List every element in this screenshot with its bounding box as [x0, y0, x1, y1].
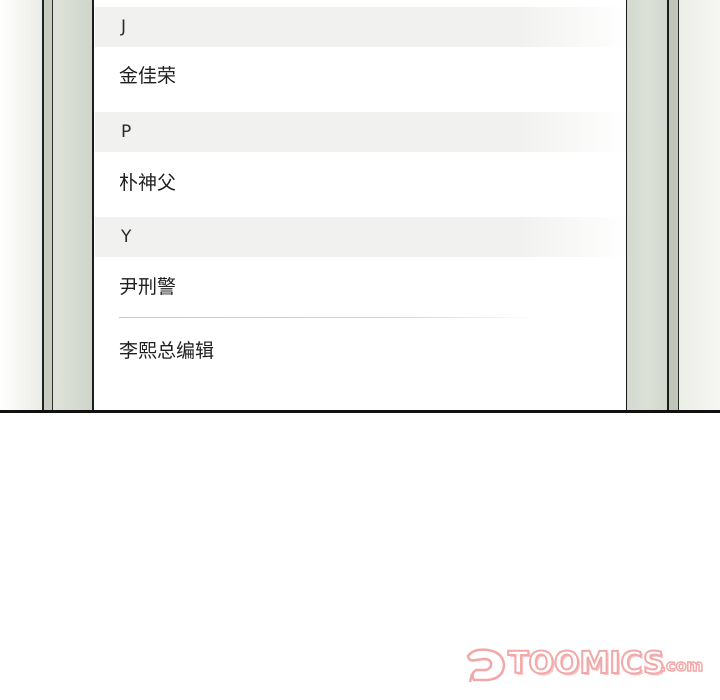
panel-border-bottom	[0, 410, 720, 413]
row-divider	[119, 317, 539, 318]
contact-name: 朴神父	[119, 172, 177, 194]
contact-item[interactable]: 金佳荣	[95, 45, 627, 107]
toomics-mark-icon	[466, 648, 506, 683]
wall-left	[0, 0, 42, 413]
section-letter: J	[121, 17, 127, 37]
toomics-watermark-logo: TOOMICS .com	[464, 642, 712, 686]
phone-frame-right-edge	[669, 0, 679, 413]
watermark-brand: TOOMICS	[507, 645, 666, 682]
comic-panel: J 金佳荣 P 朴神父 Y 尹刑警 李熙总编辑	[0, 0, 720, 413]
contact-name: 尹刑警	[119, 276, 177, 298]
section-letter: Y	[121, 227, 132, 247]
contact-item[interactable]: 李熙总编辑	[95, 320, 627, 382]
phone-frame-right	[627, 0, 669, 413]
section-letter: P	[121, 122, 132, 142]
contact-item[interactable]: 朴神父	[95, 152, 627, 214]
section-header-j: J	[95, 7, 627, 47]
contact-name: 金佳荣	[119, 65, 177, 87]
phone-frame-left-edge	[42, 0, 53, 413]
wall-right	[679, 0, 720, 413]
phone-screen-contact-list: J 金佳荣 P 朴神父 Y 尹刑警 李熙总编辑	[95, 0, 627, 413]
contact-name: 李熙总编辑	[119, 340, 215, 362]
watermark-domain: .com	[659, 655, 704, 676]
contact-item[interactable]: 尹刑警	[95, 256, 627, 318]
phone-frame-left	[53, 0, 94, 413]
section-header-p: P	[95, 112, 627, 152]
section-header-y: Y	[95, 217, 627, 257]
